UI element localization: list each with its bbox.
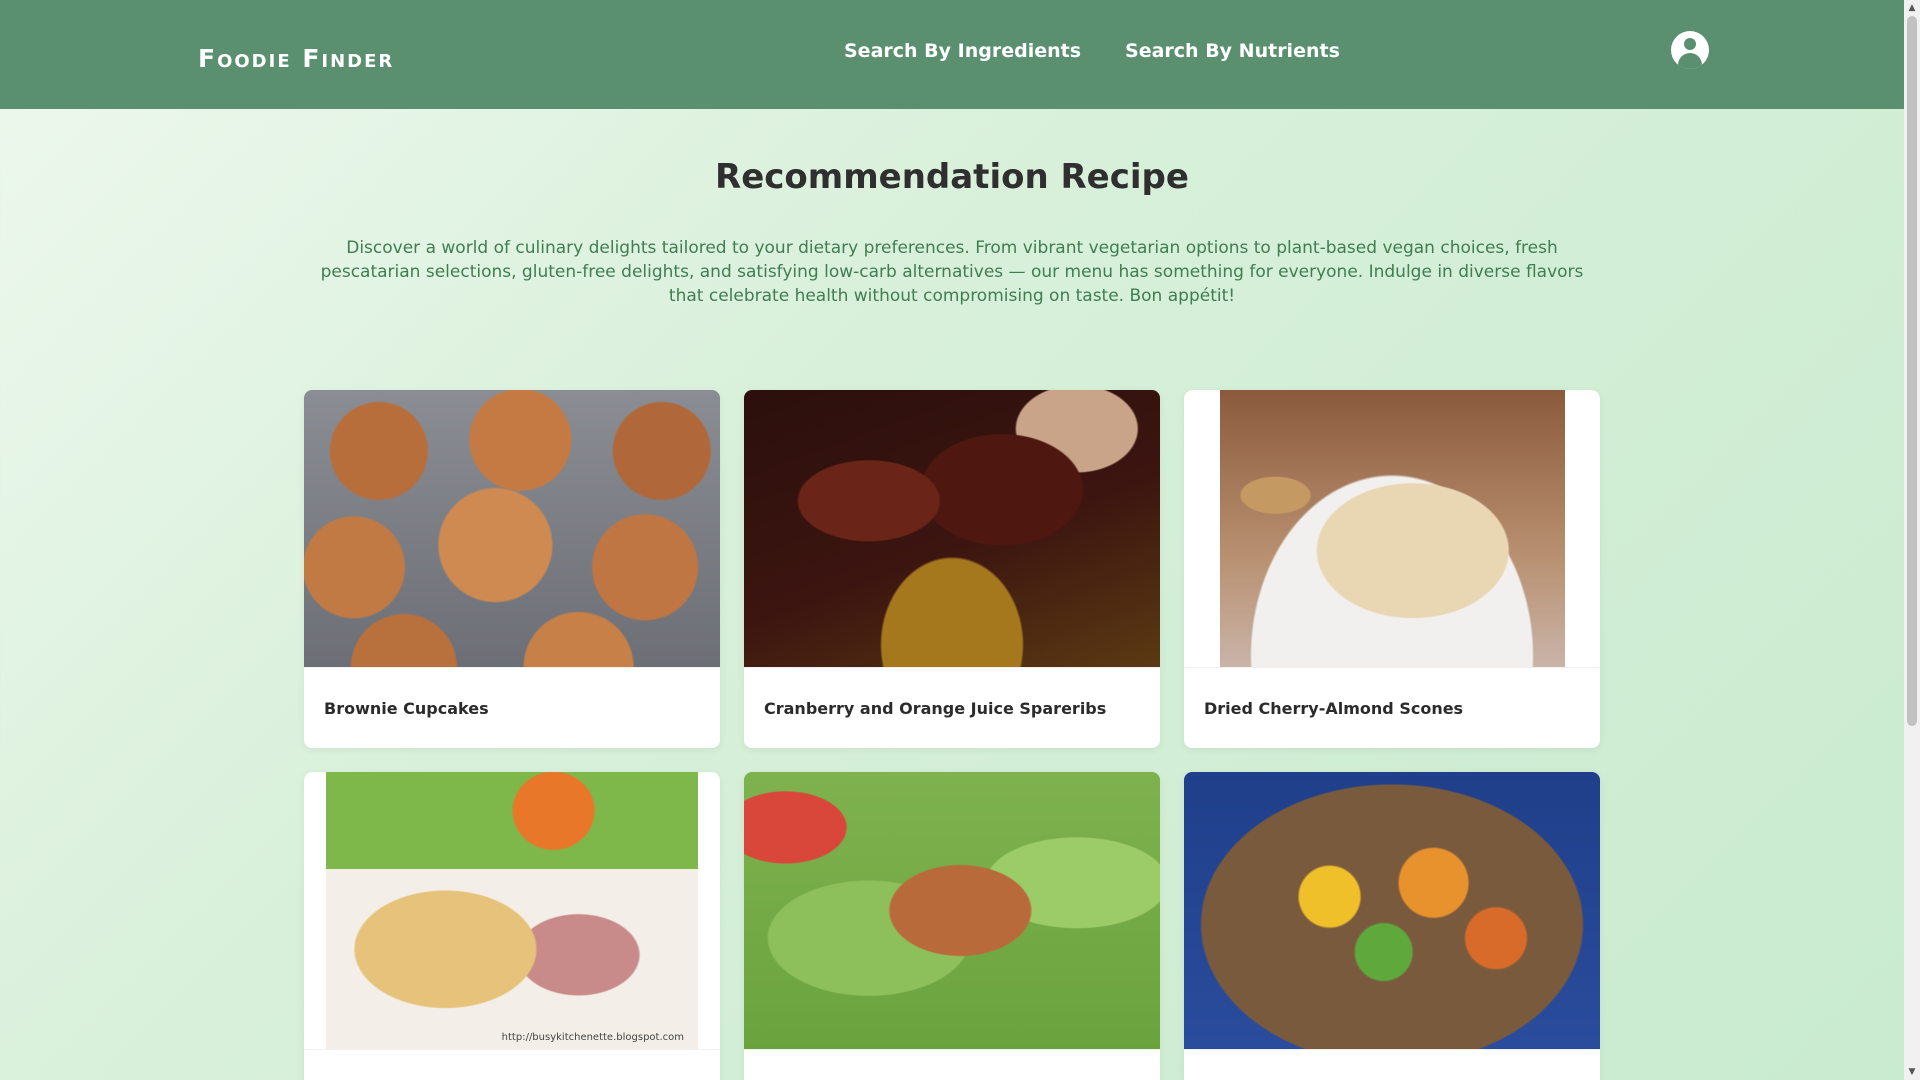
recipe-title[interactable]: Dried Cherry-Almond Scones: [1184, 667, 1600, 748]
user-body-shape: [1678, 53, 1702, 69]
paella-photo[interactable]: [1184, 772, 1600, 1049]
stuffed-chicken-photo[interactable]: http://busykitchenette.blogspot.com: [304, 772, 720, 1049]
recipe-grid: Brownie Cupcakes Cranberry and Orange Ju…: [304, 390, 1600, 1080]
lettuce-wraps-photo[interactable]: [744, 772, 1160, 1049]
top-navbar: Foodie Finder Search By Ingredients Sear…: [0, 0, 1904, 109]
recipe-title[interactable]: [744, 1049, 1160, 1080]
scrollbar-thumb[interactable]: [1907, 16, 1917, 726]
recipe-card-lettuce-wraps[interactable]: [744, 772, 1160, 1080]
user-head-shape: [1684, 38, 1696, 50]
scroll-down-arrow-icon[interactable]: ▼: [1904, 1064, 1920, 1080]
recipe-card-paella[interactable]: [1184, 772, 1600, 1080]
main-nav: Search By Ingredients Search By Nutrient…: [844, 40, 1340, 62]
scroll-up-arrow-icon[interactable]: ▲: [1904, 0, 1920, 16]
recipe-card-spareribs[interactable]: Cranberry and Orange Juice Spareribs: [744, 390, 1160, 748]
intro-text: Discover a world of culinary delights ta…: [320, 238, 1584, 306]
site-logo[interactable]: Foodie Finder: [198, 44, 394, 73]
scones-photo[interactable]: [1184, 390, 1600, 667]
nav-search-by-ingredients[interactable]: Search By Ingredients: [844, 40, 1081, 62]
recipe-title[interactable]: [304, 1049, 720, 1080]
recipe-title[interactable]: Cranberry and Orange Juice Spareribs: [744, 667, 1160, 748]
brownie-cupcakes-photo[interactable]: [304, 390, 720, 667]
recipe-title[interactable]: [1184, 1049, 1600, 1080]
page-title: Recommendation Recipe: [715, 157, 1189, 197]
recipe-card-stuffed-chicken[interactable]: http://busykitchenette.blogspot.com: [304, 772, 720, 1080]
image-watermark: http://busykitchenette.blogspot.com: [501, 1032, 684, 1043]
spareribs-photo[interactable]: [744, 390, 1160, 667]
nav-search-by-nutrients[interactable]: Search By Nutrients: [1125, 40, 1340, 62]
recipe-card-scones[interactable]: Dried Cherry-Almond Scones: [1184, 390, 1600, 748]
recipe-title[interactable]: Brownie Cupcakes: [304, 667, 720, 748]
recipe-card-brownie-cupcakes[interactable]: Brownie Cupcakes: [304, 390, 720, 748]
page-scrollbar[interactable]: ▲ ▼: [1904, 0, 1920, 1080]
user-circle-icon[interactable]: [1671, 31, 1709, 69]
